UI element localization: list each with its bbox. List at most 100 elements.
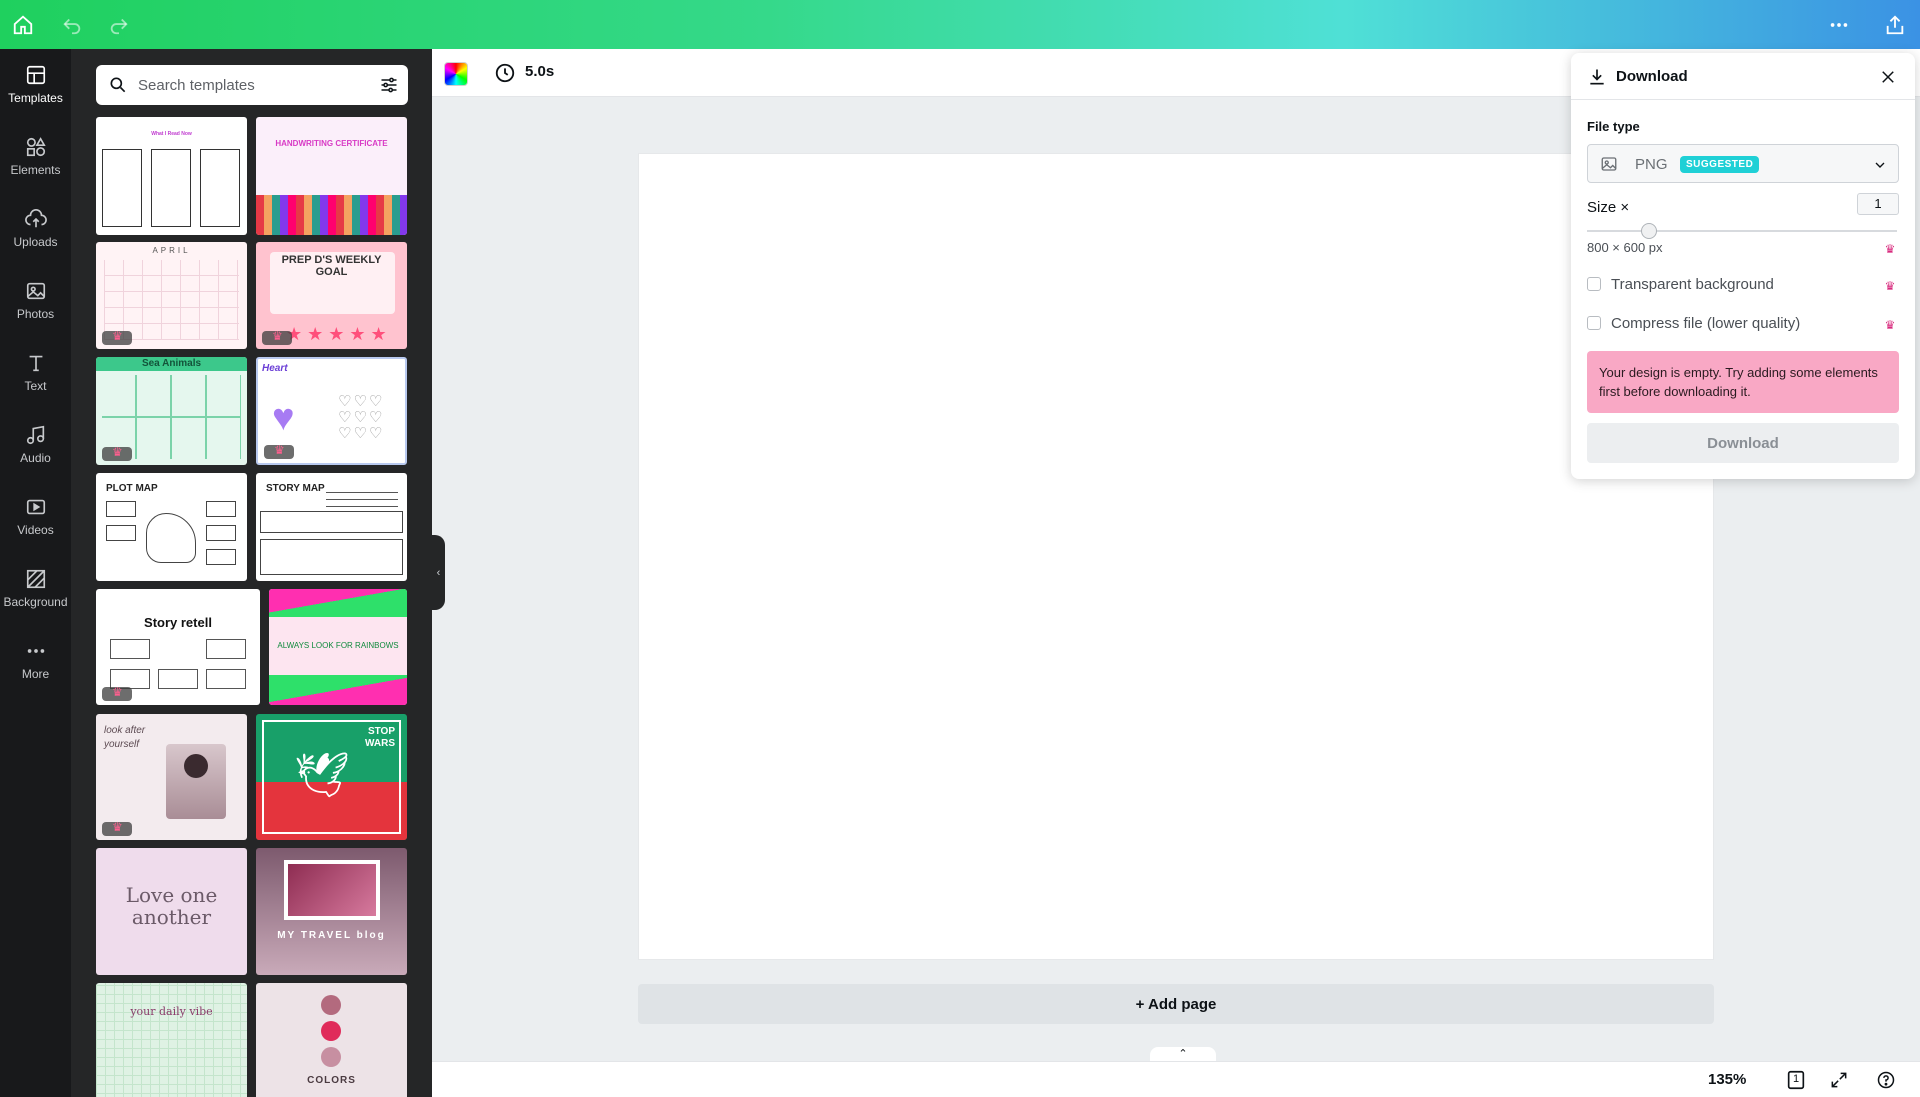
template-card[interactable]: Story retell [96,589,260,705]
close-icon [1882,71,1894,83]
template-card[interactable]: Love one another [96,848,247,975]
rail-label: Uploads [13,234,58,249]
template-card[interactable]: APRIL [96,242,247,349]
premium-badge [102,329,132,345]
template-card[interactable]: ALWAYS LOOK FOR RAINBOWS [269,589,407,705]
rail-item-audio[interactable]: Audio [0,412,71,476]
home-button[interactable] [8,10,38,40]
page-count: 1 [1792,1073,1800,1085]
transparent-background-checkbox[interactable] [1587,277,1601,291]
rail-label: Text [24,378,47,393]
rail-item-templates[interactable]: Templates [0,52,71,116]
collapse-panel-button[interactable]: ‹ [432,535,445,610]
file-type-select[interactable]: PNG SUGGESTED [1587,144,1899,183]
redo-button[interactable] [104,10,134,40]
template-card[interactable]: look after yourself [96,714,247,840]
rail-item-background[interactable]: Background [0,556,71,620]
premium-badge [102,685,132,701]
more-options-button[interactable] [1824,10,1854,40]
fullscreen-button[interactable] [1828,1069,1850,1091]
rail-item-elements[interactable]: Elements [0,124,71,188]
crown-icon: ♛ [1884,318,1896,332]
transparent-background-option[interactable]: Transparent background [1587,274,1887,294]
template-title: look after yourself [104,725,146,750]
rail-label: Templates [8,90,63,105]
templates-icon [26,65,45,84]
add-page-button[interactable]: + Add page [638,984,1714,1024]
template-title: APRIL [152,246,191,255]
zoom-level[interactable]: 135% [1708,1071,1746,1088]
page-count-button[interactable]: 1 [1785,1069,1807,1091]
rail-item-videos[interactable]: Videos [0,484,71,548]
dimensions-text: 800 × 600 px [1587,240,1663,255]
template-title: STOP WARS [365,726,395,749]
template-card[interactable]: STOP WARS 🕊 [256,714,407,840]
chevron-left-icon: ‹ [436,566,441,579]
clock-icon[interactable] [494,62,516,84]
search-box [96,65,408,105]
share-button[interactable] [1880,10,1910,40]
home-icon [13,15,33,35]
premium-badge [262,329,292,345]
template-title: STORY MAP [266,483,325,494]
template-card[interactable]: Heart ♥ ♡♡♡ ♡♡♡ ♡♡♡ [256,357,407,465]
template-card[interactable]: HANDWRITING CERTIFICATE [256,117,407,235]
template-card[interactable]: your daily vibe [96,983,247,1097]
rail-item-photos[interactable]: Photos [0,268,71,332]
help-button[interactable] [1875,1069,1897,1091]
elements-icon [26,136,46,156]
search-input[interactable] [138,73,358,97]
color-picker-button[interactable] [444,62,468,86]
design-page[interactable] [638,153,1714,960]
template-card[interactable]: COLORS [256,983,407,1097]
template-title: COLORS [307,1075,356,1086]
download-icon [1590,69,1604,85]
premium-badge [264,443,294,459]
template-card[interactable]: MY TRAVEL blog [256,848,407,975]
template-title: ALWAYS LOOK FOR RAINBOWS [277,641,399,650]
close-download-button[interactable] [1877,66,1899,88]
size-slider-handle[interactable] [1641,223,1657,239]
template-title: Heart [262,363,288,374]
more-icon [27,648,44,653]
suggested-badge: SUGGESTED [1680,156,1760,173]
size-input[interactable]: 1 [1857,193,1899,215]
template-title: Sea Animals [141,358,202,369]
rail-label: Photos [16,306,55,321]
template-card[interactable]: PREP D'S WEEKLY GOAL ★★★★★ [256,242,407,349]
background-icon [26,569,45,588]
divider [1571,99,1915,100]
premium-badge [102,445,132,461]
show-pages-button[interactable]: ⌃ [1150,1047,1216,1061]
template-card[interactable]: Sea Animals [96,357,247,465]
template-title: HANDWRITING CERTIFICATE [275,139,388,148]
filter-icon[interactable] [379,75,399,95]
file-type-label: File type [1587,119,1640,134]
template-title: PLOT MAP [106,483,158,494]
download-title: Download [1616,68,1688,85]
crown-icon: ♛ [1884,279,1896,293]
bottom-bar: 135% 1 [432,1061,1920,1097]
download-button[interactable]: Download [1587,423,1899,463]
rail-item-text[interactable]: Text [0,340,71,404]
template-card[interactable]: PLOT MAP [96,473,247,581]
size-slider-track[interactable] [1587,230,1897,232]
template-title: PREP D'S WEEKLY GOAL [281,254,382,278]
rail-item-uploads[interactable]: Uploads [0,196,71,260]
template-title: What I Read Now [151,131,192,137]
file-type-value: PNG [1635,156,1668,173]
compress-file-checkbox[interactable] [1587,316,1601,330]
rail-label: Elements [10,162,61,177]
photos-icon [26,282,45,299]
compress-file-option[interactable]: Compress file (lower quality) [1587,313,1887,333]
template-card[interactable]: STORY MAP [256,473,407,581]
audio-icon [26,425,44,444]
undo-button[interactable] [57,10,87,40]
help-icon [1877,1071,1895,1089]
uploads-icon [24,208,47,227]
rail-label: Background [3,594,68,609]
duration-label[interactable]: 5.0s [525,63,554,80]
rail-item-more[interactable]: More [0,628,71,692]
template-card[interactable]: What I Read Now [96,117,247,235]
templates-panel: What I Read Now HANDWRITING CERTIFICATE … [71,49,432,1097]
